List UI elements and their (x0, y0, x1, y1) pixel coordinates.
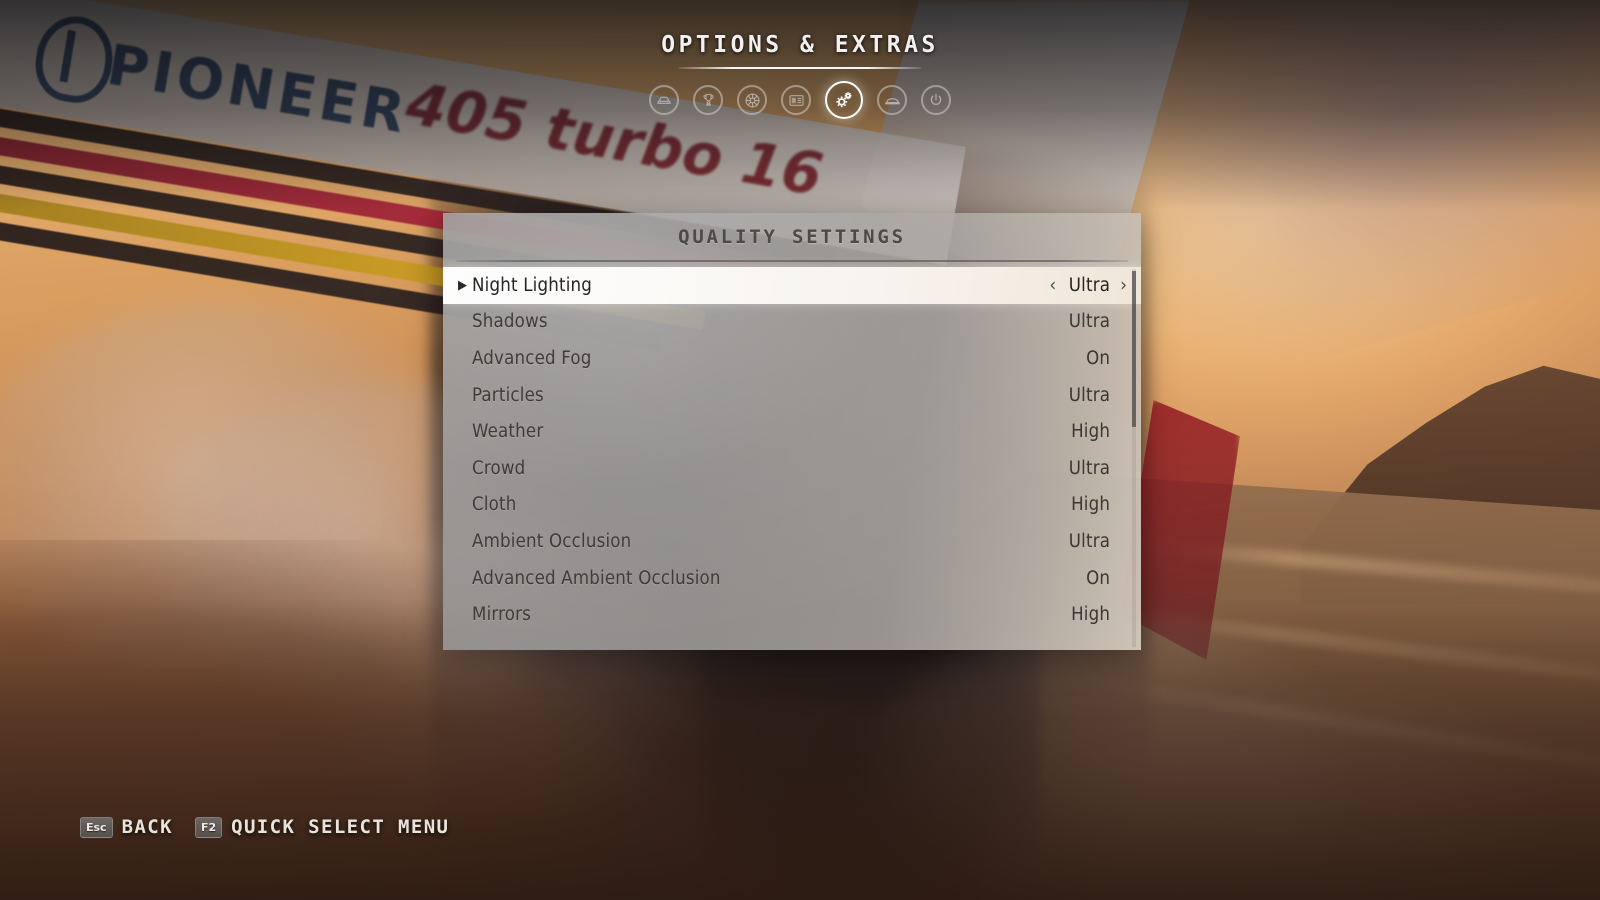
setting-label: Shadows (472, 311, 548, 333)
game-screen: PIONEER 405 turbo 16 OPTIONS & EXTRAS QU… (0, 0, 1600, 900)
setting-value: High (1071, 604, 1111, 626)
gears-icon (833, 89, 855, 111)
car-front-icon (656, 92, 672, 108)
keycap-badge: F2 (194, 816, 223, 838)
setting-row[interactable]: ▶Advanced Fog‹On› (443, 340, 1141, 377)
scrollbar-thumb[interactable] (1132, 271, 1136, 427)
setting-value: Ultra (1068, 274, 1111, 296)
setting-value: Ultra (1068, 311, 1111, 333)
setting-row[interactable]: ▶Cloth‹High› (443, 487, 1141, 524)
setting-value-stepper[interactable]: ‹Ultra› (1049, 385, 1127, 406)
settings-list[interactable]: ▶Night Lighting‹Ultra›▶Shadows‹Ultra›▶Ad… (443, 267, 1141, 650)
panel-title: QUALITY SETTINGS (678, 225, 906, 248)
news-card-icon (788, 93, 805, 108)
options-header: OPTIONS & EXTRAS (0, 32, 1600, 119)
setting-value-stepper[interactable]: ‹Ultra› (1049, 458, 1127, 479)
setting-label: Cloth (472, 494, 517, 516)
setting-row[interactable]: ▶ Night Lighting ‹ Ultra › (443, 267, 1141, 304)
key-hint-label: BACK (121, 816, 173, 838)
tab-garage[interactable] (877, 85, 907, 115)
key-hint[interactable]: F2 QUICK SELECT MENU (194, 816, 450, 838)
tab-tuning[interactable] (737, 85, 767, 115)
setting-value-stepper[interactable]: ‹ Ultra › (1049, 275, 1127, 296)
tire-icon (744, 92, 761, 109)
panel-divider (456, 260, 1128, 262)
tab-quit[interactable] (921, 85, 951, 115)
setting-label: Crowd (472, 457, 526, 479)
setting-value-stepper[interactable]: ‹High› (1049, 604, 1127, 625)
setting-value: Ultra (1068, 384, 1111, 406)
setting-value-stepper[interactable]: ‹Ultra› (1049, 531, 1127, 552)
page-title: OPTIONS & EXTRAS (661, 32, 939, 58)
setting-row[interactable]: ▶Advanced Ambient Occlusion‹On› (443, 560, 1141, 597)
key-hint[interactable]: Esc BACK (80, 816, 173, 838)
setting-label: Particles (472, 384, 544, 406)
setting-value-stepper[interactable]: ‹On› (1049, 348, 1127, 369)
trophy-icon (701, 92, 716, 108)
setting-row[interactable]: ▶Crowd‹Ultra› (443, 450, 1141, 487)
title-underline (679, 67, 921, 69)
setting-row[interactable]: ▶Weather‹High› (443, 413, 1141, 450)
setting-value-stepper[interactable]: ‹High› (1049, 421, 1127, 442)
setting-value: High (1071, 494, 1111, 516)
setting-value-stepper[interactable]: ‹Ultra› (1049, 311, 1127, 332)
key-hint-bar: Esc BACK F2 QUICK SELECT MENU (80, 816, 449, 838)
setting-value: Ultra (1068, 530, 1111, 552)
setting-value-stepper[interactable]: ‹High› (1049, 494, 1127, 515)
setting-label: Advanced Fog (472, 347, 592, 369)
setting-label: Weather (472, 421, 544, 443)
key-hint-label: QUICK SELECT MENU (231, 816, 450, 838)
tab-career[interactable] (693, 85, 723, 115)
setting-value: On (1086, 567, 1111, 589)
setting-label: Ambient Occlusion (472, 530, 632, 552)
tab-vehicle[interactable] (649, 85, 679, 115)
setting-row[interactable]: ▶Particles‹Ultra› (443, 377, 1141, 414)
quality-settings-panel: QUALITY SETTINGS ▶ Night Lighting ‹ Ultra ›▶… (443, 213, 1141, 650)
power-icon (928, 92, 944, 108)
setting-value-stepper[interactable]: ‹On› (1049, 568, 1127, 589)
keycap-badge: Esc (80, 816, 113, 838)
category-tab-bar[interactable] (649, 81, 951, 119)
setting-value: Ultra (1068, 457, 1111, 479)
chevron-left-icon[interactable]: ‹ (1049, 275, 1056, 295)
setting-row[interactable]: ▶Mirrors‹High› (443, 596, 1141, 633)
tab-news[interactable] (781, 85, 811, 115)
setting-label: Mirrors (472, 604, 532, 626)
selection-caret-icon: ▶ (458, 277, 467, 293)
setting-label: Advanced Ambient Occlusion (472, 567, 721, 589)
setting-row[interactable]: ▶Shadows‹Ultra› (443, 304, 1141, 341)
tab-options[interactable] (825, 81, 863, 119)
setting-value: High (1071, 421, 1111, 443)
car-side-icon (884, 94, 901, 107)
setting-value: On (1086, 347, 1111, 369)
setting-label: Night Lighting (472, 274, 593, 296)
setting-row[interactable]: ▶Ambient Occlusion‹Ultra› (443, 523, 1141, 560)
chevron-right-icon[interactable]: › (1120, 275, 1127, 295)
